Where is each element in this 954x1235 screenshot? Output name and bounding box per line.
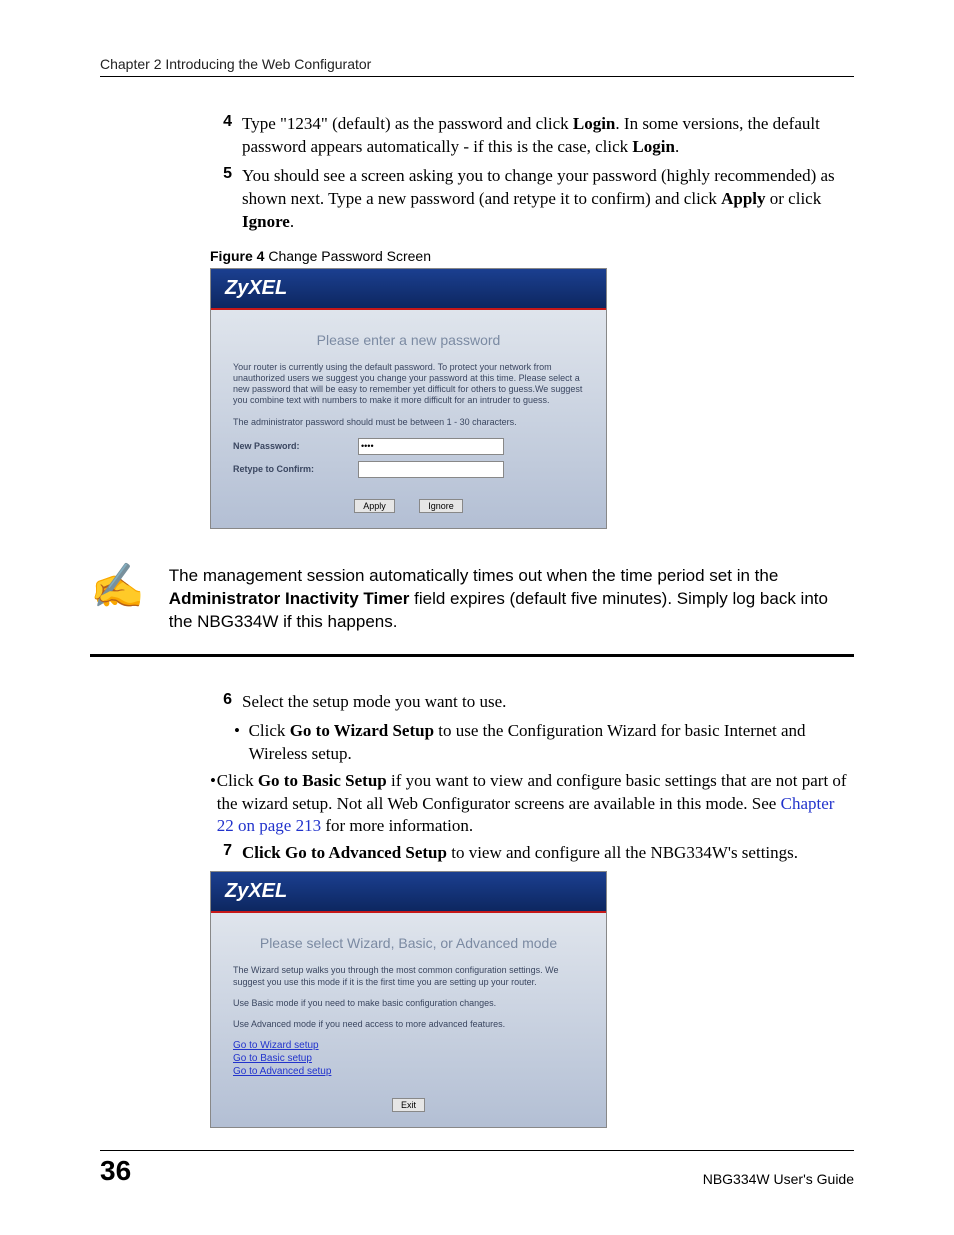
ignore-button[interactable]: Ignore	[419, 499, 463, 513]
step-number: 7	[210, 842, 232, 865]
instruction-text: Your router is currently using the defau…	[233, 362, 584, 407]
go-to-advanced-link[interactable]: Go to Advanced setup	[233, 1066, 584, 1077]
zyxel-header: ZyXEL	[211, 872, 606, 913]
panel-title: Please enter a new password	[233, 332, 584, 348]
step-4: 4 Type "1234" (default) as the password …	[210, 113, 854, 159]
retype-password-label: Retype to Confirm:	[233, 464, 358, 474]
page-footer: 36 NBG334W User's Guide	[100, 1150, 854, 1187]
figure-5-screenshot: ZyXEL Please select Wizard, Basic, or Ad…	[210, 871, 607, 1128]
go-to-basic-link[interactable]: Go to Basic setup	[233, 1053, 584, 1064]
mode-text: Use Advanced mode if you need access to …	[233, 1019, 584, 1030]
new-password-input[interactable]	[358, 438, 504, 455]
running-header: Chapter 2 Introducing the Web Configurat…	[100, 56, 854, 77]
step-number: 4	[210, 113, 232, 159]
figure-4-caption: Figure 4 Change Password Screen	[210, 248, 854, 264]
apply-button[interactable]: Apply	[354, 499, 395, 513]
bullet-wizard: •Click Go to Wizard Setup to use the Con…	[234, 720, 854, 766]
divider	[90, 654, 854, 657]
figure-4-screenshot: ZyXEL Please enter a new password Your r…	[210, 268, 607, 529]
page-number: 36	[100, 1155, 131, 1187]
instruction-text: The administrator password should must b…	[233, 417, 584, 428]
retype-password-input[interactable]	[358, 461, 504, 478]
zyxel-header: ZyXEL	[211, 269, 606, 310]
mode-text: The Wizard setup walks you through the m…	[233, 965, 584, 988]
zyxel-logo: ZyXEL	[225, 277, 287, 299]
go-to-wizard-link[interactable]: Go to Wizard setup	[233, 1040, 584, 1051]
step-6: 6 Select the setup mode you want to use.	[210, 691, 854, 714]
note-icon: ✍	[90, 565, 145, 634]
step-5: 5 You should see a screen asking you to …	[210, 165, 854, 234]
zyxel-logo: ZyXEL	[225, 880, 287, 902]
note-block: ✍ The management session automatically t…	[90, 565, 854, 634]
new-password-label: New Password:	[233, 441, 358, 451]
step-number: 6	[210, 691, 232, 714]
panel-title: Please select Wizard, Basic, or Advanced…	[233, 935, 584, 951]
step-number: 5	[210, 165, 232, 234]
guide-title: NBG334W User's Guide	[703, 1171, 854, 1187]
step-7: 7 Click Go to Advanced Setup to view and…	[210, 842, 854, 865]
bullet-basic: •Click Go to Basic Setup if you want to …	[210, 770, 854, 839]
mode-text: Use Basic mode if you need to make basic…	[233, 998, 584, 1009]
exit-button[interactable]: Exit	[392, 1098, 425, 1112]
